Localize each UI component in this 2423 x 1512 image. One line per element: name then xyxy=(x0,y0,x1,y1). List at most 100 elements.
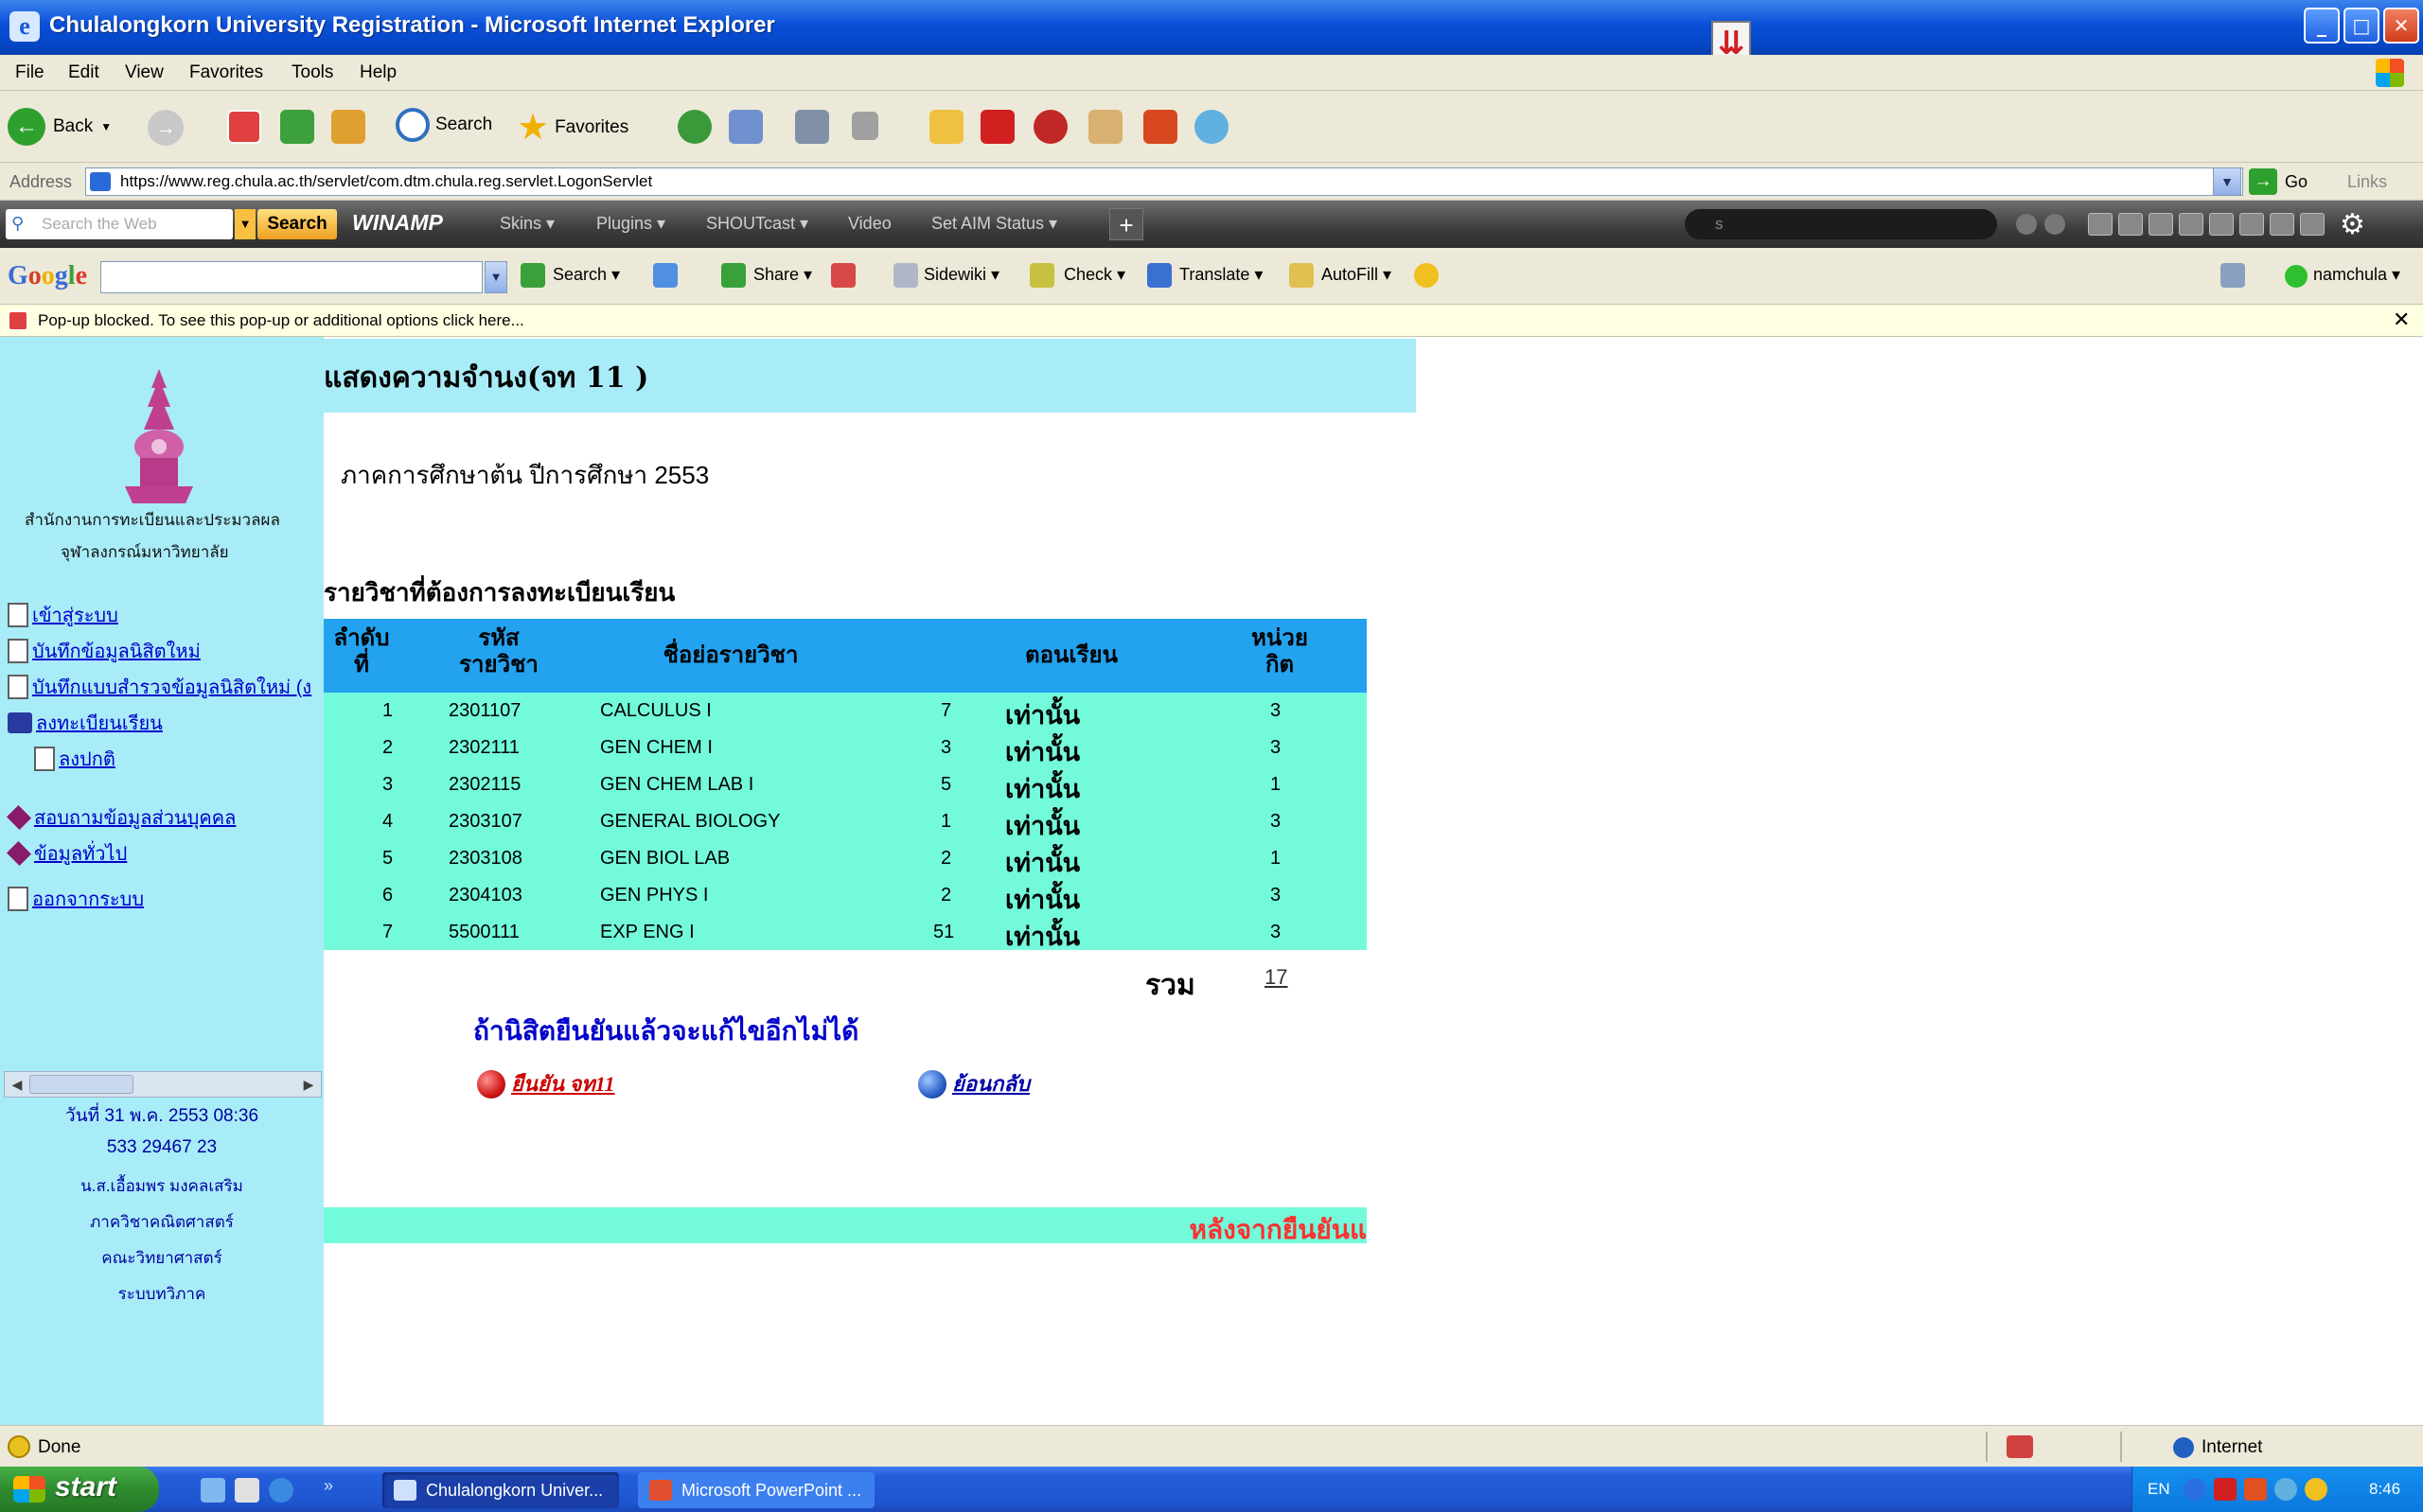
nav-personal-info-link[interactable]: สอบถามข้อมูลส่วนบุคคล xyxy=(34,802,236,833)
winamp-track-field[interactable]: s xyxy=(1685,209,1997,239)
messenger-icon[interactable] xyxy=(1034,110,1068,144)
google-search-button[interactable]: Search ▾ xyxy=(553,265,620,285)
research-icon[interactable] xyxy=(1088,110,1123,144)
address-dropdown-icon[interactable]: ▼ xyxy=(2213,167,2241,196)
web-search-input[interactable]: Search the Web xyxy=(6,209,233,239)
nav-normal-registration-link[interactable]: ลงปกติ xyxy=(59,744,115,774)
confirm-jt11-button[interactable]: ยืนยัน จท11 xyxy=(477,1067,615,1100)
quicklaunch-media-icon[interactable] xyxy=(235,1478,259,1503)
edit-icon[interactable] xyxy=(852,112,878,140)
scroll-right-icon[interactable]: ▶ xyxy=(298,1074,319,1095)
home-icon[interactable] xyxy=(331,110,365,144)
go-button[interactable]: Go xyxy=(2285,172,2308,192)
links-button[interactable]: Links xyxy=(2347,172,2387,192)
back-label[interactable]: ย้อนกลับ xyxy=(952,1067,1030,1100)
folder-icon[interactable] xyxy=(929,110,964,144)
winamp-shoutcast-menu[interactable]: SHOUTcast ▾ xyxy=(706,214,808,234)
menu-edit[interactable]: Edit xyxy=(68,62,99,83)
tray-app-red-icon[interactable] xyxy=(2244,1478,2267,1501)
prev-track-icon[interactable] xyxy=(2088,213,2113,236)
mail-icon[interactable] xyxy=(729,110,763,144)
play-icon[interactable] xyxy=(2118,213,2143,236)
google-user-menu[interactable]: namchula ▾ xyxy=(2313,265,2400,285)
stop-track-icon[interactable] xyxy=(2179,213,2203,236)
security-zone[interactable]: Internet xyxy=(2202,1437,2262,1458)
next-track-icon[interactable] xyxy=(2209,213,2234,236)
quicklaunch-desktop-icon[interactable] xyxy=(201,1478,225,1503)
history-icon[interactable] xyxy=(678,110,712,144)
nav-registration[interactable]: ลงทะเบียนเรียน xyxy=(8,708,163,738)
nav-general-info-link[interactable]: ข้อมูลทั่วไป xyxy=(34,838,127,869)
nav-login-link[interactable]: เข้าสู่ระบบ xyxy=(32,600,118,630)
menu-file[interactable]: File xyxy=(15,62,44,83)
puzzle-icon[interactable] xyxy=(653,263,678,288)
menu-favorites[interactable]: Favorites xyxy=(189,62,263,83)
forward-button[interactable]: → xyxy=(148,110,184,146)
volume-icon[interactable] xyxy=(2044,214,2065,235)
google-share-button[interactable]: Share ▾ xyxy=(753,265,812,285)
taskbar-ie-window[interactable]: Chulalongkorn Univer... xyxy=(382,1472,619,1508)
web-search-button[interactable]: Search xyxy=(257,209,337,239)
address-input[interactable]: https://www.reg.chula.ac.th/servlet/com.… xyxy=(85,167,2243,196)
google-autofill-button[interactable]: AutoFill ▾ xyxy=(1321,265,1391,285)
quicklaunch-ie-icon[interactable] xyxy=(269,1478,293,1503)
google-search-dropdown-icon[interactable]: ▼ xyxy=(485,261,507,293)
block-icon[interactable] xyxy=(831,263,856,288)
popup-close-icon[interactable]: ✕ xyxy=(2393,308,2410,332)
menu-view[interactable]: View xyxy=(125,62,164,83)
msn-icon[interactable] xyxy=(1194,110,1229,144)
scroll-left-icon[interactable]: ◀ xyxy=(7,1074,27,1095)
playlist-icon[interactable] xyxy=(2270,213,2294,236)
close-button[interactable]: ✕ xyxy=(2383,8,2419,44)
highlighter-icon[interactable] xyxy=(1414,263,1439,288)
maximize-button[interactable]: □ xyxy=(2343,8,2379,44)
google-check-button[interactable]: Check ▾ xyxy=(1064,265,1125,285)
popup-blocker-status-icon[interactable] xyxy=(2007,1435,2033,1458)
add-button[interactable]: + xyxy=(1109,208,1143,240)
app-k-icon[interactable] xyxy=(981,110,1015,144)
stop-icon[interactable] xyxy=(227,110,261,144)
search-dropdown-icon[interactable]: ▼ xyxy=(235,209,256,239)
info-icon[interactable] xyxy=(2016,214,2037,235)
quicklaunch-more-icon[interactable]: » xyxy=(324,1476,333,1496)
clock[interactable]: 8:46 xyxy=(2369,1480,2400,1499)
go-arrow-icon[interactable]: → xyxy=(2249,168,2277,195)
app-red-icon[interactable] xyxy=(1143,110,1177,144)
search-button[interactable]: Search xyxy=(396,108,492,142)
nav-login[interactable]: เข้าสู่ระบบ xyxy=(8,600,118,630)
tray-network-icon[interactable] xyxy=(2184,1478,2206,1501)
back-button[interactable]: ← Back ▼ xyxy=(8,108,112,146)
google-search-input[interactable] xyxy=(100,261,483,293)
gear-icon[interactable]: ⚙ xyxy=(2340,208,2365,241)
popup-blocked-bar[interactable]: Pop-up blocked. To see this pop-up or ad… xyxy=(0,305,2423,337)
sidebar-horizontal-scrollbar[interactable]: ◀ ▶ xyxy=(4,1071,322,1098)
minimize-button[interactable]: _ xyxy=(2304,8,2340,44)
nav-general-info[interactable]: ข้อมูลทั่วไป xyxy=(6,838,127,869)
menu-tools[interactable]: Tools xyxy=(292,62,333,83)
nav-new-student-survey-link[interactable]: บันทึกแบบสำรวจข้อมูลนิสิตใหม่ (ง xyxy=(32,672,311,702)
popup-blocked-text[interactable]: Pop-up blocked. To see this pop-up or ad… xyxy=(38,311,524,330)
menu-help[interactable]: Help xyxy=(360,62,397,83)
nav-personal-info[interactable]: สอบถามข้อมูลส่วนบุคคล xyxy=(6,802,236,833)
pause-icon[interactable] xyxy=(2149,213,2173,236)
google-translate-button[interactable]: Translate ▾ xyxy=(1179,265,1263,285)
favorites-button[interactable]: ★ Favorites xyxy=(517,106,628,149)
tray-app-k-icon[interactable] xyxy=(2214,1478,2237,1501)
back-button[interactable]: ย้อนกลับ xyxy=(918,1067,1030,1100)
eject-icon[interactable] xyxy=(2239,213,2264,236)
tray-security-icon[interactable] xyxy=(2305,1478,2327,1501)
start-button[interactable]: start xyxy=(0,1467,159,1512)
nav-registration-link[interactable]: ลงทะเบียนเรียน xyxy=(36,708,163,738)
nav-logout-link[interactable]: ออกจากระบบ xyxy=(32,884,144,914)
winamp-skins-menu[interactable]: Skins ▾ xyxy=(500,214,555,234)
menu-icon[interactable] xyxy=(2300,213,2325,236)
scroll-thumb[interactable] xyxy=(29,1075,133,1094)
nav-normal-registration[interactable]: ลงปกติ xyxy=(34,744,115,774)
confirm-jt11-label[interactable]: ยืนยัน จท11 xyxy=(511,1067,615,1100)
winamp-plugins-menu[interactable]: Plugins ▾ xyxy=(596,214,665,234)
nav-new-student-record[interactable]: บันทึกข้อมูลนิสิตใหม่ xyxy=(8,636,201,666)
taskbar-powerpoint-window[interactable]: Microsoft PowerPoint ... xyxy=(638,1472,875,1508)
winamp-aim-status-menu[interactable]: Set AIM Status ▾ xyxy=(931,214,1057,234)
wrench-icon[interactable] xyxy=(2220,263,2245,288)
google-sidewiki-button[interactable]: Sidewiki ▾ xyxy=(924,265,999,285)
